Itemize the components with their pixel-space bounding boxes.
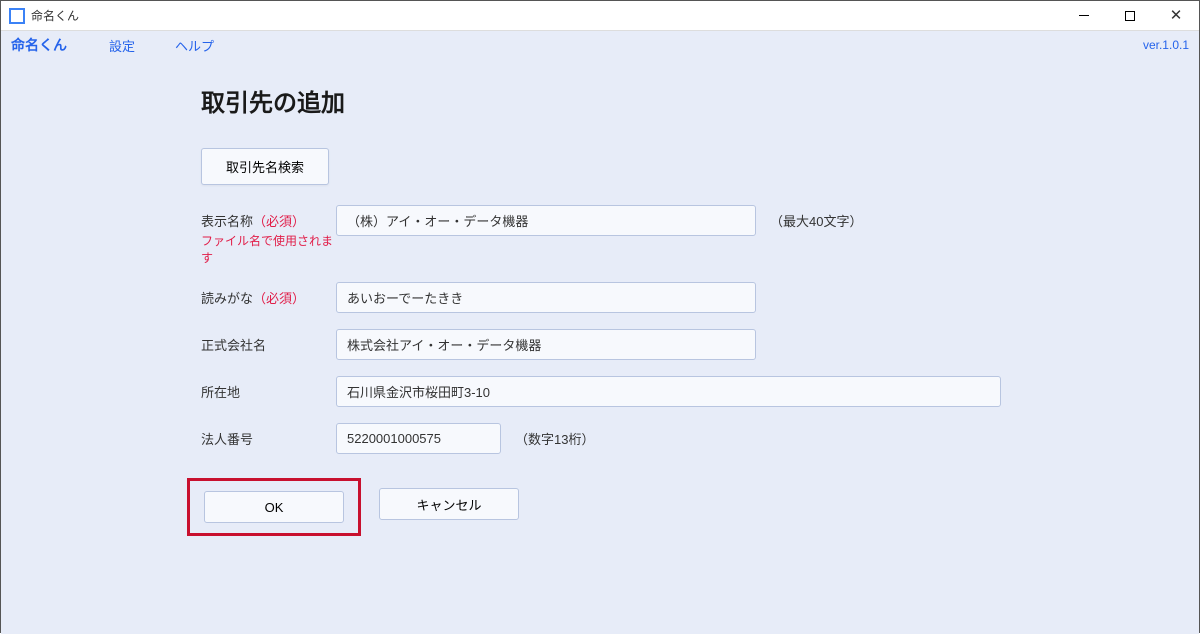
page-title: 取引先の追加 xyxy=(201,83,1199,118)
label-display-name-required: （必須） xyxy=(253,214,305,229)
maximize-icon xyxy=(1125,11,1135,21)
display-name-hint: （最大40文字） xyxy=(770,211,862,230)
row-official-name: 正式会社名 xyxy=(201,329,1199,360)
cancel-button[interactable]: キャンセル xyxy=(379,488,519,520)
window-titlebar: 命名くん ✕ xyxy=(1,1,1199,31)
minimize-button[interactable] xyxy=(1061,1,1107,31)
app-logo-text: 命名くん xyxy=(11,35,67,55)
label-reading-required: （必須） xyxy=(253,291,305,306)
label-display-name-text: 表示名称 xyxy=(201,214,253,229)
content-area: 取引先の追加 取引先名検索 表示名称（必須） ファイル名で使用されます （最大4… xyxy=(1,59,1199,634)
window-controls: ✕ xyxy=(1061,1,1199,31)
label-display-name: 表示名称（必須） ファイル名で使用されます xyxy=(201,205,336,266)
menu-settings[interactable]: 設定 xyxy=(109,36,135,55)
label-corp-number: 法人番号 xyxy=(201,423,336,448)
official-name-input[interactable] xyxy=(336,329,756,360)
app-logo: 命名くん xyxy=(11,35,69,55)
reading-input[interactable] xyxy=(336,282,756,313)
corp-number-hint: （数字13桁） xyxy=(515,429,594,448)
close-icon: ✕ xyxy=(1170,8,1183,23)
menubar: 命名くん 設定 ヘルプ ver.1.0.1 xyxy=(1,31,1199,59)
ok-highlight-frame: OK xyxy=(187,478,361,536)
ok-button[interactable]: OK xyxy=(204,491,344,523)
label-reading-text: 読みがな xyxy=(201,291,253,306)
corp-number-input[interactable] xyxy=(336,423,501,454)
label-display-name-subnote: ファイル名で使用されます xyxy=(201,232,336,266)
row-address: 所在地 xyxy=(201,376,1199,407)
version-label: ver.1.0.1 xyxy=(1143,38,1189,52)
maximize-button[interactable] xyxy=(1107,1,1153,31)
row-reading: 読みがな（必須） xyxy=(201,282,1199,313)
row-corp-number: 法人番号 （数字13桁） xyxy=(201,423,1199,454)
label-reading: 読みがな（必須） xyxy=(201,282,336,307)
minimize-icon xyxy=(1079,15,1089,16)
close-button[interactable]: ✕ xyxy=(1153,1,1199,31)
row-display-name: 表示名称（必須） ファイル名で使用されます （最大40文字） xyxy=(201,205,1199,266)
menu-help[interactable]: ヘルプ xyxy=(175,36,214,55)
address-input[interactable] xyxy=(336,376,1001,407)
label-official-name: 正式会社名 xyxy=(201,329,336,354)
action-row: OK キャンセル xyxy=(201,478,1199,536)
window-title: 命名くん xyxy=(31,7,79,24)
display-name-input[interactable] xyxy=(336,205,756,236)
label-address: 所在地 xyxy=(201,376,336,401)
app-icon xyxy=(9,8,25,24)
search-supplier-button[interactable]: 取引先名検索 xyxy=(201,148,329,185)
